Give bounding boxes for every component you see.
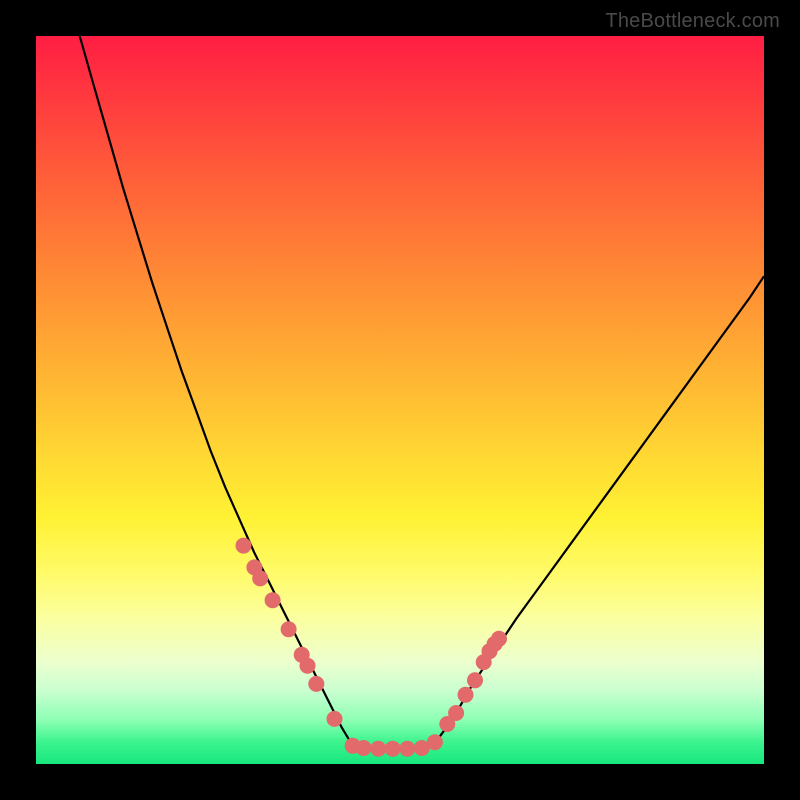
- marker-dot: [399, 741, 415, 757]
- curve-markers: [236, 538, 508, 757]
- marker-dot: [327, 711, 343, 727]
- watermark-text: TheBottleneck.com: [605, 10, 780, 33]
- marker-dot: [300, 658, 316, 674]
- marker-dot: [356, 740, 372, 756]
- marker-dot: [265, 592, 281, 608]
- marker-dot: [467, 672, 483, 688]
- marker-dot: [427, 734, 443, 750]
- marker-dot: [385, 741, 401, 757]
- chart-svg: [36, 36, 764, 764]
- marker-dot: [491, 631, 507, 647]
- marker-dot: [448, 705, 464, 721]
- marker-dot: [308, 676, 324, 692]
- bottleneck-curve: [80, 36, 764, 749]
- marker-dot: [458, 687, 474, 703]
- marker-dot: [252, 570, 268, 586]
- marker-dot: [281, 621, 297, 637]
- chart-area: [36, 36, 764, 764]
- marker-dot: [370, 741, 386, 757]
- marker-dot: [236, 538, 252, 554]
